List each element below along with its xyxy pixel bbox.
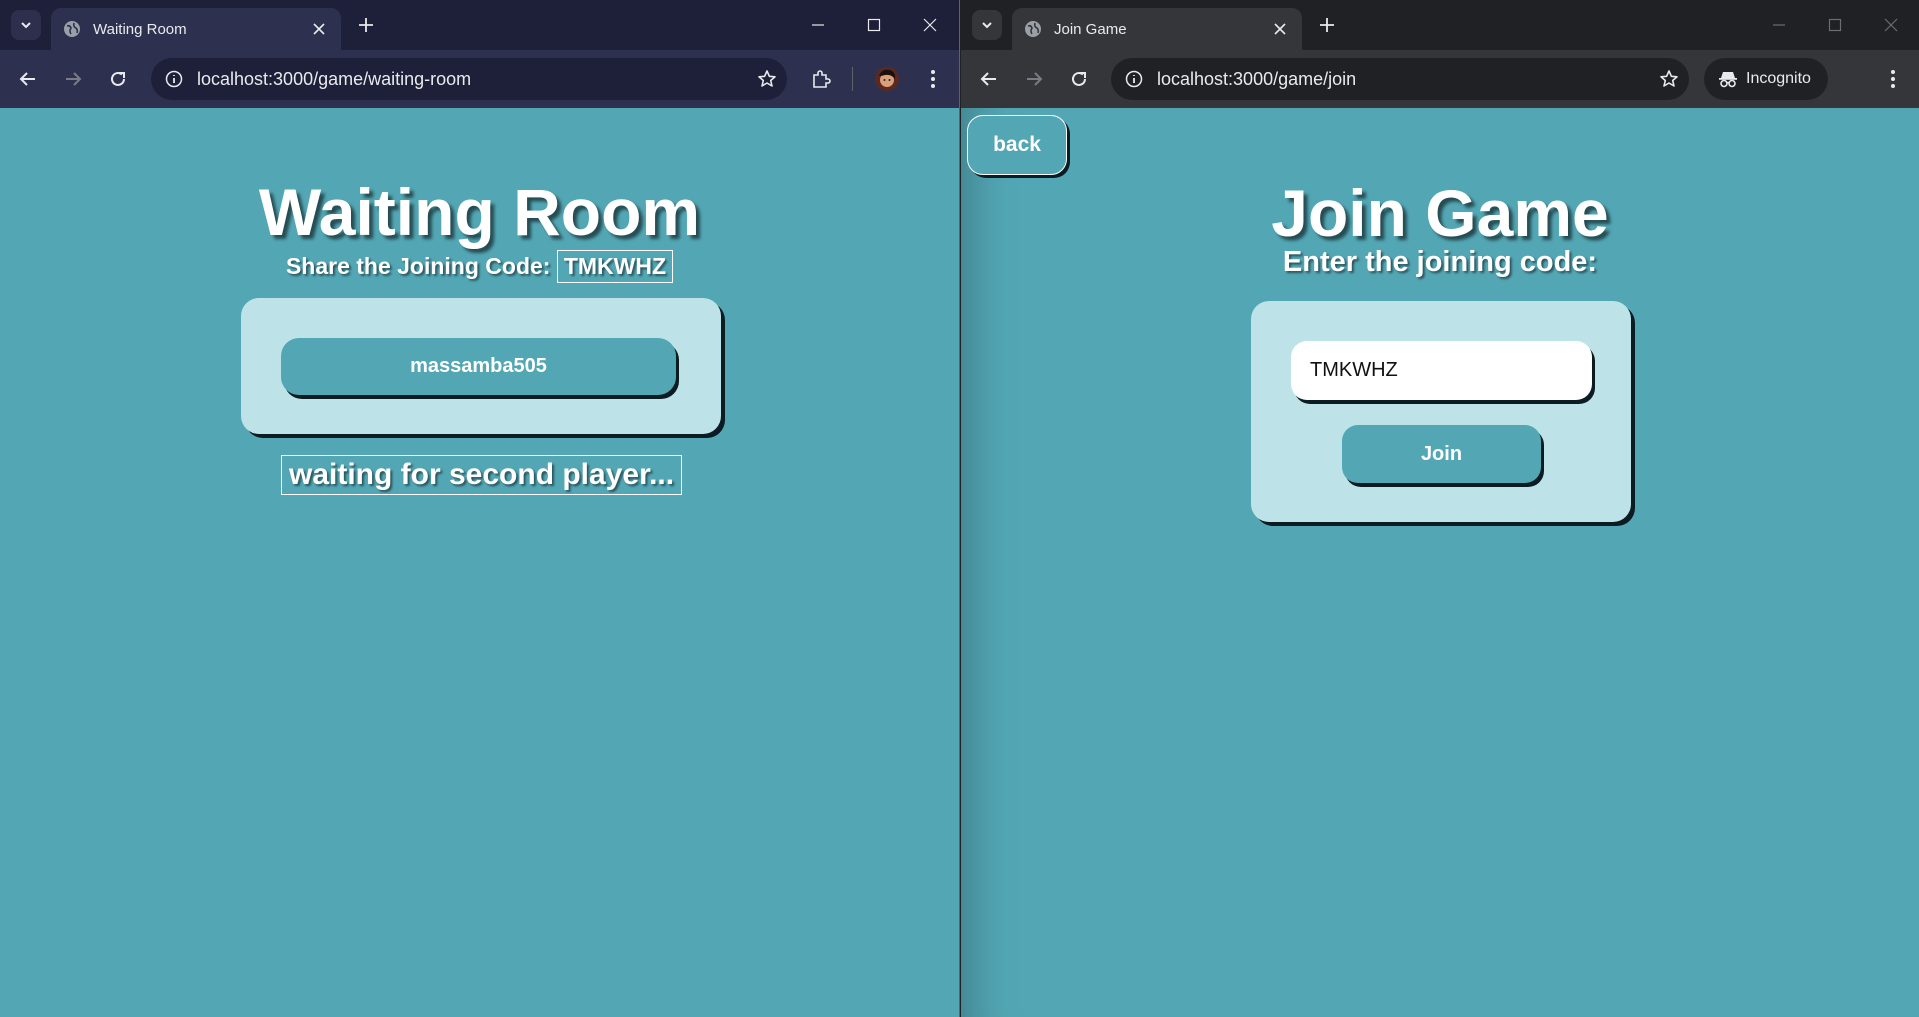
url-text: localhost:3000/game/waiting-room <box>197 68 472 89</box>
incognito-label: Incognito <box>1746 70 1811 87</box>
tab-search-chevron-icon[interactable] <box>972 10 1002 40</box>
browser-window-right-incognito: Join Game localhost:3000/game/join Incog… <box>961 0 1919 1017</box>
browser-window-left: Waiting Room localhost:3000/game/waiting… <box>0 0 960 1017</box>
site-info-icon[interactable] <box>1123 68 1145 90</box>
forward-arrow-icon[interactable] <box>1016 61 1052 97</box>
tab-join-game[interactable]: Join Game <box>1012 8 1302 50</box>
reload-icon[interactable] <box>100 61 136 97</box>
globe-icon <box>63 20 81 38</box>
tab-strip: Join Game <box>961 0 1919 50</box>
incognito-badge[interactable]: Incognito <box>1704 58 1828 100</box>
profile-avatar[interactable] <box>869 61 905 97</box>
back-arrow-icon[interactable] <box>10 61 46 97</box>
browser-toolbar: localhost:3000/game/waiting-room <box>0 50 959 108</box>
extensions-icon[interactable] <box>803 61 839 97</box>
tab-waiting-room[interactable]: Waiting Room <box>51 8 341 50</box>
address-bar[interactable]: localhost:3000/game/waiting-room <box>151 58 787 100</box>
share-code-line: Share the Joining Code: TMKWHZ <box>0 250 959 283</box>
waiting-room-page: Waiting Room Share the Joining Code: TMK… <box>0 108 959 1017</box>
bookmark-star-icon[interactable] <box>1649 59 1689 99</box>
reload-icon[interactable] <box>1061 61 1097 97</box>
share-code-label: Share the Joining Code: <box>285 253 551 279</box>
tab-search-chevron-icon[interactable] <box>11 10 41 40</box>
joining-code-input[interactable]: TMKWHZ <box>1291 341 1592 400</box>
incognito-icon <box>1719 72 1737 88</box>
tab-title: Waiting Room <box>93 20 187 38</box>
player-name-pill: massamba505 <box>281 338 676 395</box>
browser-toolbar: localhost:3000/game/join Incognito <box>961 50 1919 108</box>
joining-code-badge: TMKWHZ <box>556 250 674 283</box>
maximize-icon[interactable] <box>846 0 902 50</box>
page-title: Join Game <box>1271 176 1609 250</box>
tab-title: Join Game <box>1054 20 1127 38</box>
new-tab-icon[interactable] <box>1313 11 1341 39</box>
kebab-menu-icon[interactable] <box>915 61 951 97</box>
page-subtitle: Enter the joining code: <box>1282 246 1598 278</box>
tab-strip: Waiting Room <box>0 0 959 50</box>
join-game-page: back Join Game Enter the joining code: T… <box>961 108 1919 1017</box>
back-arrow-icon[interactable] <box>971 61 1007 97</box>
toolbar-divider <box>852 67 853 91</box>
close-icon[interactable] <box>309 19 329 39</box>
back-button[interactable]: back <box>967 115 1067 175</box>
new-tab-icon[interactable] <box>352 11 380 39</box>
waiting-status: waiting for second player... <box>281 455 683 495</box>
maximize-icon[interactable] <box>1807 0 1863 50</box>
players-card: massamba505 <box>241 298 721 434</box>
globe-icon <box>1024 20 1042 38</box>
minimize-icon[interactable] <box>1751 0 1807 50</box>
join-button[interactable]: Join <box>1342 425 1541 483</box>
bookmark-star-icon[interactable] <box>747 59 787 99</box>
kebab-menu-icon[interactable] <box>1875 61 1911 97</box>
minimize-icon[interactable] <box>790 0 846 50</box>
window-close-icon[interactable] <box>902 0 958 50</box>
window-close-icon[interactable] <box>1863 0 1919 50</box>
join-card: TMKWHZ Join <box>1251 301 1631 522</box>
site-info-icon[interactable] <box>163 68 185 90</box>
forward-arrow-icon[interactable] <box>55 61 91 97</box>
page-title: Waiting Room <box>258 175 701 249</box>
url-text: localhost:3000/game/join <box>1157 68 1357 89</box>
close-icon[interactable] <box>1270 19 1290 39</box>
address-bar[interactable]: localhost:3000/game/join <box>1111 58 1689 100</box>
